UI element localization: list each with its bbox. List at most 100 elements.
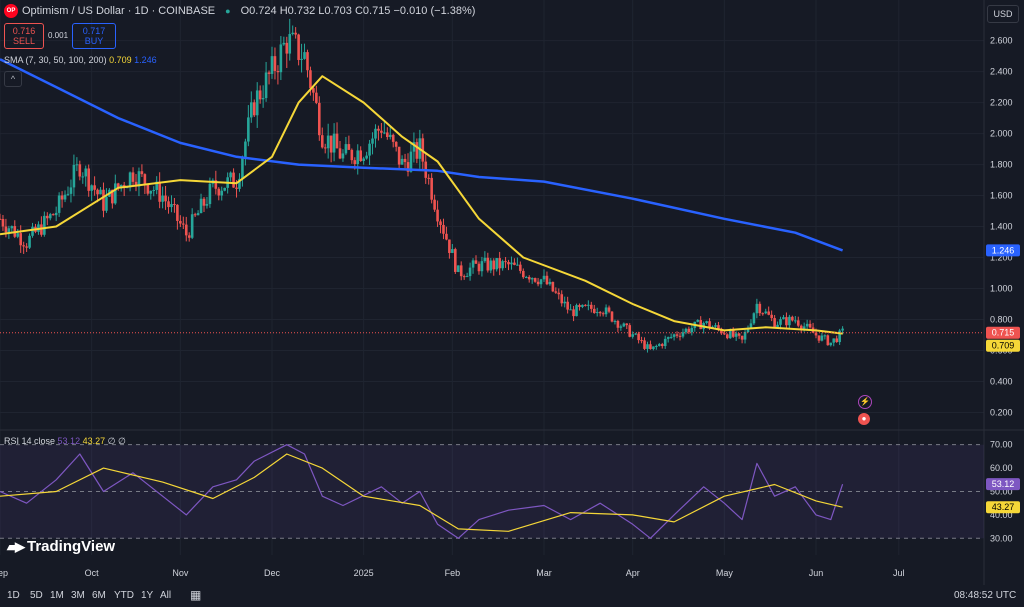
candle-body [728,330,732,339]
time-axis-tick: Jul [893,568,905,578]
candle-body [655,345,658,347]
candle-body [199,198,203,214]
candle-body [202,198,206,206]
rsi-legend[interactable]: RSI 14 close 53.12 43.27 ∅ ∅ [4,436,126,447]
buy-button[interactable]: 0.717 BUY [72,23,116,49]
candle-body [817,335,821,341]
time-axis-tick: May [716,568,734,578]
symbol-title[interactable]: Optimism / US Dollar · 1D · COINBASE [22,5,215,17]
candle-body [451,249,454,253]
candle-body [267,72,271,74]
candle-body [522,270,525,278]
timeframe-6m[interactable]: 6M [92,590,106,601]
candle-body [560,294,564,304]
candle-body [448,239,451,253]
candle-body [57,195,61,213]
timeframe-ytd[interactable]: YTD [114,590,134,601]
candle-body [99,189,102,195]
sell-button[interactable]: 0.716 SELL [4,23,44,49]
price-axis-tick: 2.000 [990,129,1013,139]
candle-body [773,318,776,328]
candle-body [613,320,617,322]
candle-body [678,335,682,337]
candle-body [282,42,286,45]
candle-body [468,267,472,277]
rsi-value: 53.12 [57,436,81,446]
collapse-legend-button[interactable]: ^ [4,71,22,87]
candle-body [755,303,759,314]
lightning-icon[interactable]: ⚡ [858,395,872,409]
candle-body [294,32,297,35]
timeframe-3m[interactable]: 3M [71,590,85,601]
candle-body [595,312,599,314]
us-event-flag-icon[interactable]: ● [858,413,870,425]
candle-body [767,311,770,315]
candle-body [696,320,700,322]
candle-body [54,212,58,216]
candle-body [63,194,67,200]
candle-body [87,168,90,191]
ohlc-values: O0.724 H0.732 L0.703 C0.715 −0.010 (−1.3… [240,5,476,17]
calendar-icon[interactable]: ▦ [190,588,201,602]
price-axis-tick: 2.600 [990,36,1013,46]
candle-body [69,187,73,194]
candle-body [723,333,726,335]
timeframe-5d[interactable]: 5D [30,590,43,601]
candle-body [291,32,294,35]
candle-body [217,188,221,196]
candle-body [208,183,212,205]
candle-body [394,141,398,147]
candle-body [794,320,797,322]
time-axis-tick: Mar [536,568,552,578]
price-chart[interactable]: 2.6002.4002.2002.0001.8001.6001.4001.200… [0,0,1024,585]
candle-body [477,263,481,272]
timeframe-1d[interactable]: 1D [7,590,20,601]
candle-body [554,291,558,293]
candle-body [569,309,572,311]
candle-body [607,307,611,312]
candle-body [31,226,34,236]
candle-body [288,34,292,54]
candle-body [161,195,164,202]
candle-body [690,327,694,333]
candle-body [551,281,555,292]
candle-body [241,158,244,179]
candle-body [273,56,277,71]
candle-body [28,235,31,248]
candle-body [176,204,179,221]
sma-legend-label: SMA (7, 30, 50, 100, 200) [4,55,107,65]
candle-body [187,235,191,238]
time-axis-tick: Apr [626,568,640,578]
candle-body [566,301,569,310]
candle-body [255,90,259,116]
candle-body [764,311,768,314]
candle-body [578,305,581,307]
utc-clock[interactable]: 08:48:52 UTC [954,590,1016,601]
candle-body [131,172,135,182]
candle-body [383,132,386,134]
candle-body [456,265,460,272]
candle-body [779,319,782,325]
candle-body [386,132,389,137]
candle-body [584,304,587,306]
candle-body [622,323,626,327]
spread-value: 0.001 [48,31,69,40]
timeframe-all[interactable]: All [160,590,171,601]
candle-body [761,313,765,315]
timeframe-1m[interactable]: 1M [50,590,64,601]
market-status-icon: ● [225,6,231,16]
candle-body [572,309,575,317]
timeframe-1y[interactable]: 1Y [141,590,153,601]
sma-legend[interactable]: SMA (7, 30, 50, 100, 200) 0.709 1.246 [4,55,157,65]
rsi-ma-last-tag: 43.27 [992,502,1015,512]
candle-body [758,303,762,314]
candle-body [223,187,226,191]
candle-body [548,281,552,285]
candle-body [788,316,791,326]
candle-body [264,72,268,99]
candle-body [646,344,649,349]
candle-body [610,311,614,322]
currency-button[interactable]: USD [987,5,1019,23]
candle-body [90,185,93,191]
candle-body [465,276,469,278]
